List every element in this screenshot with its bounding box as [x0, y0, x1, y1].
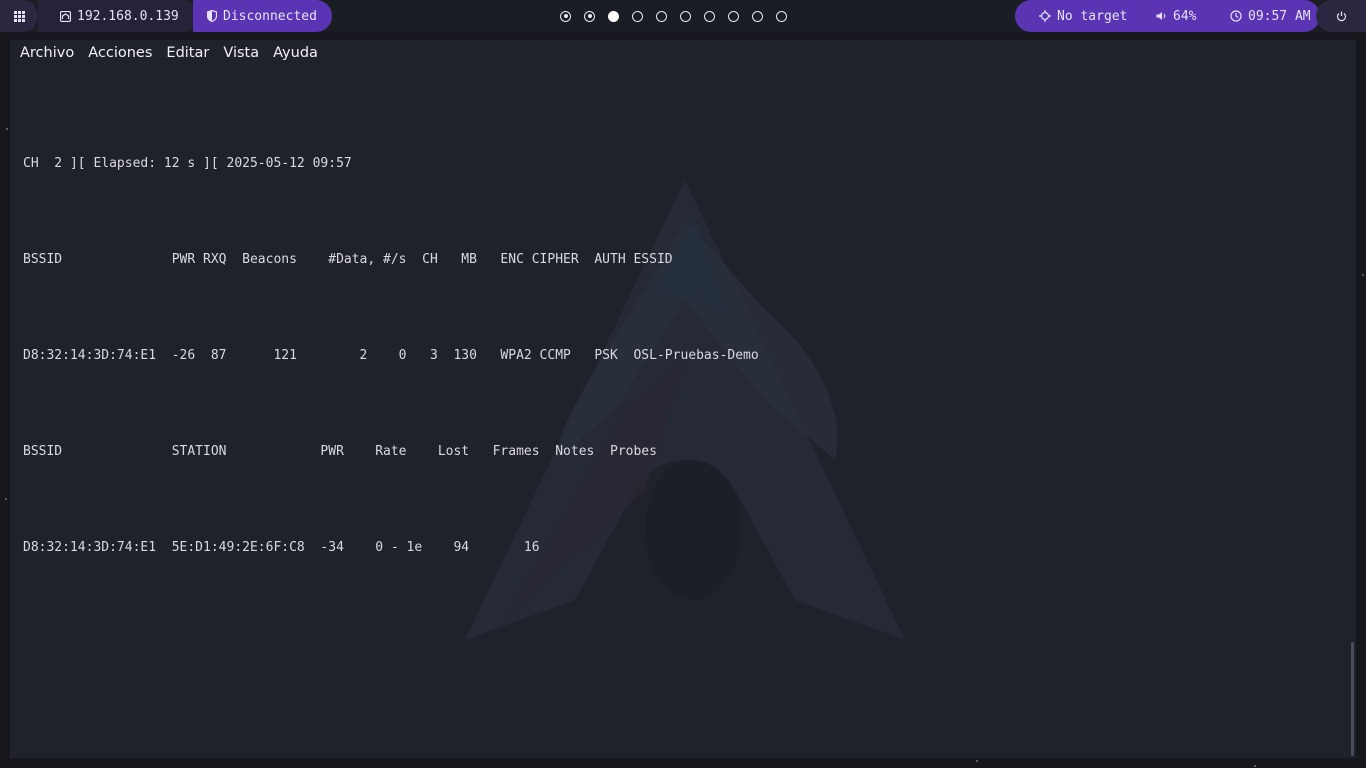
workspace-8[interactable]: [728, 10, 739, 22]
workspace-10[interactable]: [776, 10, 787, 22]
clock-module[interactable]: 09:57 AM: [1210, 0, 1320, 32]
desktop-star: [1254, 765, 1256, 767]
crosshair-icon: [1039, 10, 1051, 22]
desktop-star: [5, 498, 7, 500]
desktop-star: [976, 760, 978, 762]
station-table-header: BSSID STATION PWR Rate Lost Frames Notes…: [23, 444, 657, 459]
airodump-status-line: CH 2 ][ Elapsed: 12 s ][ 2025-05-12 09:5…: [23, 156, 352, 171]
shield-icon: [207, 10, 217, 22]
menu-bar: Archivo Acciones Editar Vista Ayuda: [10, 40, 1356, 66]
menu-editar[interactable]: Editar: [166, 45, 209, 61]
workspace-2[interactable]: [584, 10, 595, 22]
workspace-1[interactable]: [560, 10, 571, 22]
volume-module[interactable]: 64%: [1140, 0, 1210, 32]
workspace-6[interactable]: [680, 10, 691, 22]
volume-level: 64%: [1173, 8, 1197, 24]
station-table-row: D8:32:14:3D:74:E1 5E:D1:49:2E:6F:C8 -34 …: [23, 540, 540, 555]
ip-address: 192.168.0.139: [77, 8, 179, 24]
menu-archivo[interactable]: Archivo: [20, 45, 74, 61]
ap-table-header: BSSID PWR RXQ Beacons #Data, #/s CH MB E…: [23, 252, 673, 267]
workspace-3[interactable]: [608, 10, 619, 22]
target-label: No target: [1057, 8, 1128, 24]
workspace-5[interactable]: [656, 10, 667, 22]
ip-address-module[interactable]: 192.168.0.139: [38, 0, 198, 32]
terminal-window[interactable]: Archivo Acciones Editar Vista Ayuda CH 2…: [10, 40, 1356, 758]
speaker-icon: [1156, 11, 1167, 21]
network-icon: [60, 10, 71, 22]
scrollbar-thumb[interactable]: [1351, 642, 1354, 756]
workspace-4[interactable]: [632, 10, 643, 22]
desktop-star: [1362, 274, 1364, 276]
menu-acciones[interactable]: Acciones: [88, 45, 152, 61]
grid-icon: [13, 10, 25, 22]
workspace-9[interactable]: [752, 10, 763, 22]
workspace-7[interactable]: [704, 10, 715, 22]
menu-vista[interactable]: Vista: [223, 45, 259, 61]
vpn-status: Disconnected: [223, 8, 317, 24]
ap-table-row: D8:32:14:3D:74:E1 -26 87 121 2 0 3 130 W…: [23, 348, 759, 363]
desktop-star: [6, 128, 8, 130]
terminal-output[interactable]: CH 2 ][ Elapsed: 12 s ][ 2025-05-12 09:5…: [23, 84, 759, 628]
power-icon: [1336, 11, 1347, 22]
menu-ayuda[interactable]: Ayuda: [273, 45, 318, 61]
target-module[interactable]: No target: [1015, 0, 1140, 32]
app-menu-button[interactable]: [0, 0, 38, 32]
workspace-indicator: [560, 0, 787, 32]
clock-icon: [1230, 10, 1242, 22]
top-bar: 192.168.0.139 Disconnected No target 64%: [0, 0, 1366, 32]
power-button[interactable]: [1316, 0, 1366, 32]
vpn-status-module[interactable]: Disconnected: [193, 0, 332, 32]
clock-time: 09:57 AM: [1248, 8, 1311, 24]
